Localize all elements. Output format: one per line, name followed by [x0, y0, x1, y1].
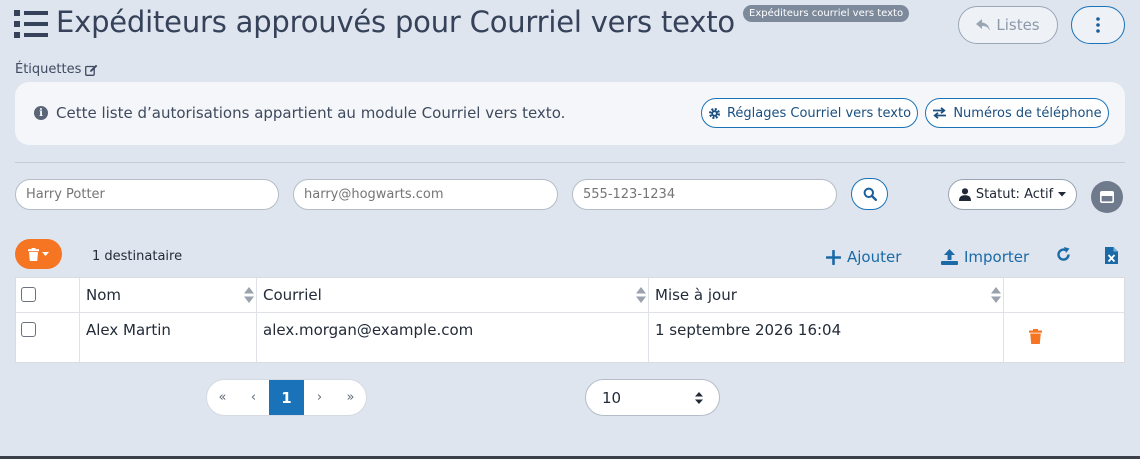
plus-icon	[826, 249, 841, 265]
import-button[interactable]: Importer	[941, 248, 1029, 266]
excel-file-icon	[1105, 247, 1118, 264]
user-icon	[958, 188, 971, 201]
phone-numbers-button-label: Numéros de téléphone	[953, 105, 1102, 121]
upload-icon	[941, 249, 958, 265]
page-title: Expéditeurs approuvés pour Courriel vers…	[56, 5, 735, 39]
select-all-checkbox[interactable]	[21, 287, 36, 302]
prev-page-button[interactable]: ‹	[238, 380, 269, 415]
sort-arrows-icon	[695, 391, 703, 404]
last-page-button[interactable]: »	[335, 380, 366, 415]
settings-button-label: Réglages Courriel vers texto	[726, 105, 912, 121]
cell-name: Alex Martin	[86, 321, 171, 339]
cell-updated: 1 septembre 2026 16:04	[655, 321, 842, 339]
header-divider	[16, 312, 1124, 313]
first-page-button[interactable]: «	[207, 380, 238, 415]
import-button-label: Importer	[964, 248, 1030, 266]
bulk-delete-button[interactable]	[15, 239, 62, 269]
sort-icon[interactable]	[244, 287, 254, 303]
reply-icon	[976, 19, 991, 31]
recipient-count: 1 destinataire	[92, 249, 183, 264]
column-header-email[interactable]: Courriel	[263, 286, 322, 304]
next-page-button[interactable]: ›	[304, 380, 335, 415]
column-divider	[648, 278, 649, 362]
pagination: « ‹ 1 › »	[206, 379, 367, 416]
sort-icon[interactable]	[636, 287, 646, 303]
settings-button[interactable]: Réglages Courriel vers texto	[701, 98, 918, 128]
sort-icon[interactable]	[991, 287, 1001, 303]
more-options-button[interactable]	[1071, 6, 1125, 44]
page-size-select[interactable]: 10	[585, 379, 720, 416]
trash-icon	[28, 247, 39, 261]
column-header-name[interactable]: Nom	[86, 286, 121, 304]
lists-button-label: Listes	[996, 16, 1040, 34]
info-message: i Cette liste d’autorisations appartient…	[34, 104, 565, 122]
refresh-button[interactable]	[1056, 247, 1071, 262]
search-button[interactable]	[851, 178, 888, 210]
module-badge: Expéditeurs courriel vers texto	[743, 5, 910, 22]
caret-down-icon	[42, 252, 49, 256]
name-filter-input[interactable]	[15, 179, 279, 210]
edit-icon	[85, 64, 98, 76]
add-button[interactable]: Ajouter	[826, 248, 901, 266]
toggle-filters-button[interactable]	[1091, 181, 1123, 213]
info-icon: i	[34, 106, 48, 120]
list-icon	[14, 10, 48, 38]
info-message-text: Cette liste d’autorisations appartient a…	[56, 104, 566, 122]
status-filter-label: Statut: Actif	[975, 187, 1054, 202]
export-excel-button[interactable]	[1105, 247, 1118, 264]
refresh-icon	[1057, 247, 1070, 261]
panel-icon	[1100, 191, 1114, 203]
vertical-ellipsis-icon	[1096, 17, 1100, 33]
divider	[15, 162, 1125, 163]
page-size-value: 10	[602, 388, 622, 407]
labels-link[interactable]: Étiquettes	[15, 62, 98, 77]
status-filter-dropdown[interactable]: Statut: Actif	[948, 179, 1077, 210]
delete-row-icon[interactable]	[1029, 329, 1042, 344]
column-divider	[79, 278, 80, 362]
column-divider	[1003, 278, 1004, 362]
column-divider	[256, 278, 257, 362]
search-icon	[863, 187, 877, 201]
caret-down-icon	[1058, 192, 1067, 197]
email-filter-input[interactable]	[293, 179, 558, 210]
row-checkbox[interactable]	[21, 322, 36, 337]
add-button-label: Ajouter	[847, 248, 902, 266]
gear-icon	[708, 107, 720, 119]
current-page-button[interactable]: 1	[269, 380, 304, 415]
recipients-table: Nom Courriel Mise à jour Alex Martin ale…	[15, 277, 1125, 363]
exchange-icon	[933, 107, 947, 119]
labels-label: Étiquettes	[15, 62, 82, 77]
cell-email: alex.morgan@example.com	[263, 321, 474, 339]
lists-button[interactable]: Listes	[958, 6, 1058, 44]
phone-filter-input[interactable]	[572, 179, 837, 210]
column-header-updated[interactable]: Mise à jour	[655, 286, 737, 304]
phone-numbers-button[interactable]: Numéros de téléphone	[925, 98, 1109, 128]
